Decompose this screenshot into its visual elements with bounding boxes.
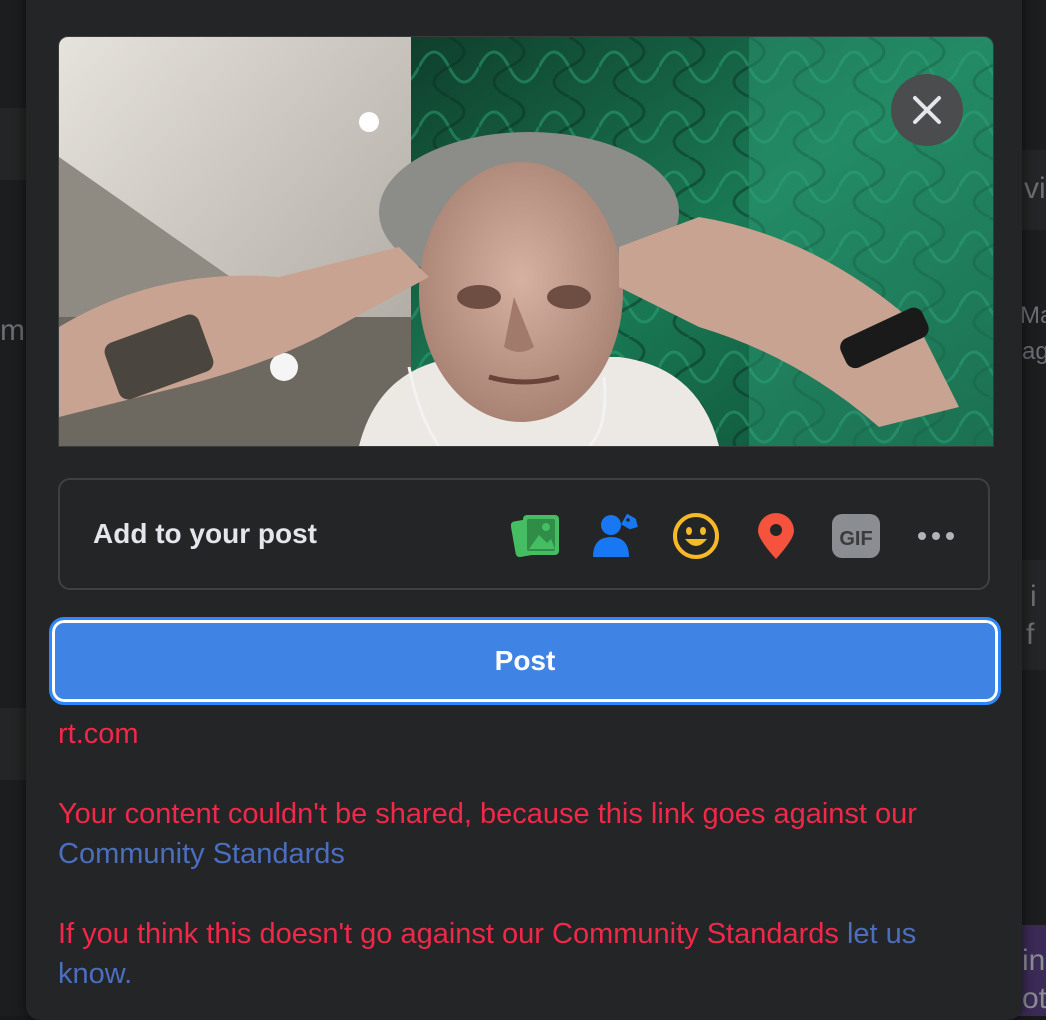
background-panel-left-lower — [0, 708, 26, 780]
error-message-share-blocked: Your content couldn't be shared, because… — [58, 794, 988, 874]
background-text-fragment: vi — [1024, 172, 1046, 205]
link-preview-image — [58, 36, 994, 447]
svg-text:GIF: GIF — [839, 528, 872, 550]
community-standards-link[interactable]: Community Standards — [58, 838, 345, 870]
background-text-fragment: Ma — [1020, 302, 1046, 329]
gif-button[interactable]: GIF — [830, 510, 882, 562]
background-text-fragment: i — [1030, 580, 1037, 613]
let-us-know-link-continued[interactable]: know. — [58, 958, 132, 990]
more-options-button[interactable] — [910, 510, 962, 562]
photo-video-button[interactable] — [510, 510, 562, 562]
background-text-fragment: ot — [1022, 982, 1046, 1015]
link-domain: rt.com — [58, 718, 139, 750]
add-to-post-label: Add to your post — [93, 518, 317, 549]
photo-video-icon — [511, 515, 559, 558]
let-us-know-link[interactable]: let us — [847, 918, 916, 950]
background-text-fragment: f — [1026, 618, 1035, 651]
feeling-activity-icon — [673, 513, 719, 559]
feeling-activity-button[interactable] — [670, 510, 722, 562]
background-text-fragment: in — [1022, 944, 1046, 977]
tag-people-button[interactable] — [590, 510, 642, 562]
error-text: If you think this doesn't go against our… — [58, 918, 839, 950]
post-button[interactable]: Post — [49, 617, 1001, 705]
error-message-appeal: If you think this doesn't go against our… — [58, 914, 988, 994]
background-text-fragment: m — [0, 314, 25, 347]
tag-people-icon — [593, 513, 638, 557]
check-in-icon — [758, 513, 794, 559]
close-preview-button[interactable] — [891, 74, 963, 146]
close-icon — [913, 96, 941, 124]
gif-icon: GIF — [832, 514, 880, 558]
more-options-icon — [918, 532, 954, 540]
error-text: Your content couldn't be shared, because… — [58, 798, 917, 830]
background-panel-right-lower — [1022, 560, 1046, 670]
background-text-fragment: ag — [1022, 338, 1046, 365]
background-panel-left — [0, 108, 26, 180]
add-to-post-panel: Add to your post GIF — [58, 478, 990, 590]
check-in-button[interactable] — [750, 510, 802, 562]
